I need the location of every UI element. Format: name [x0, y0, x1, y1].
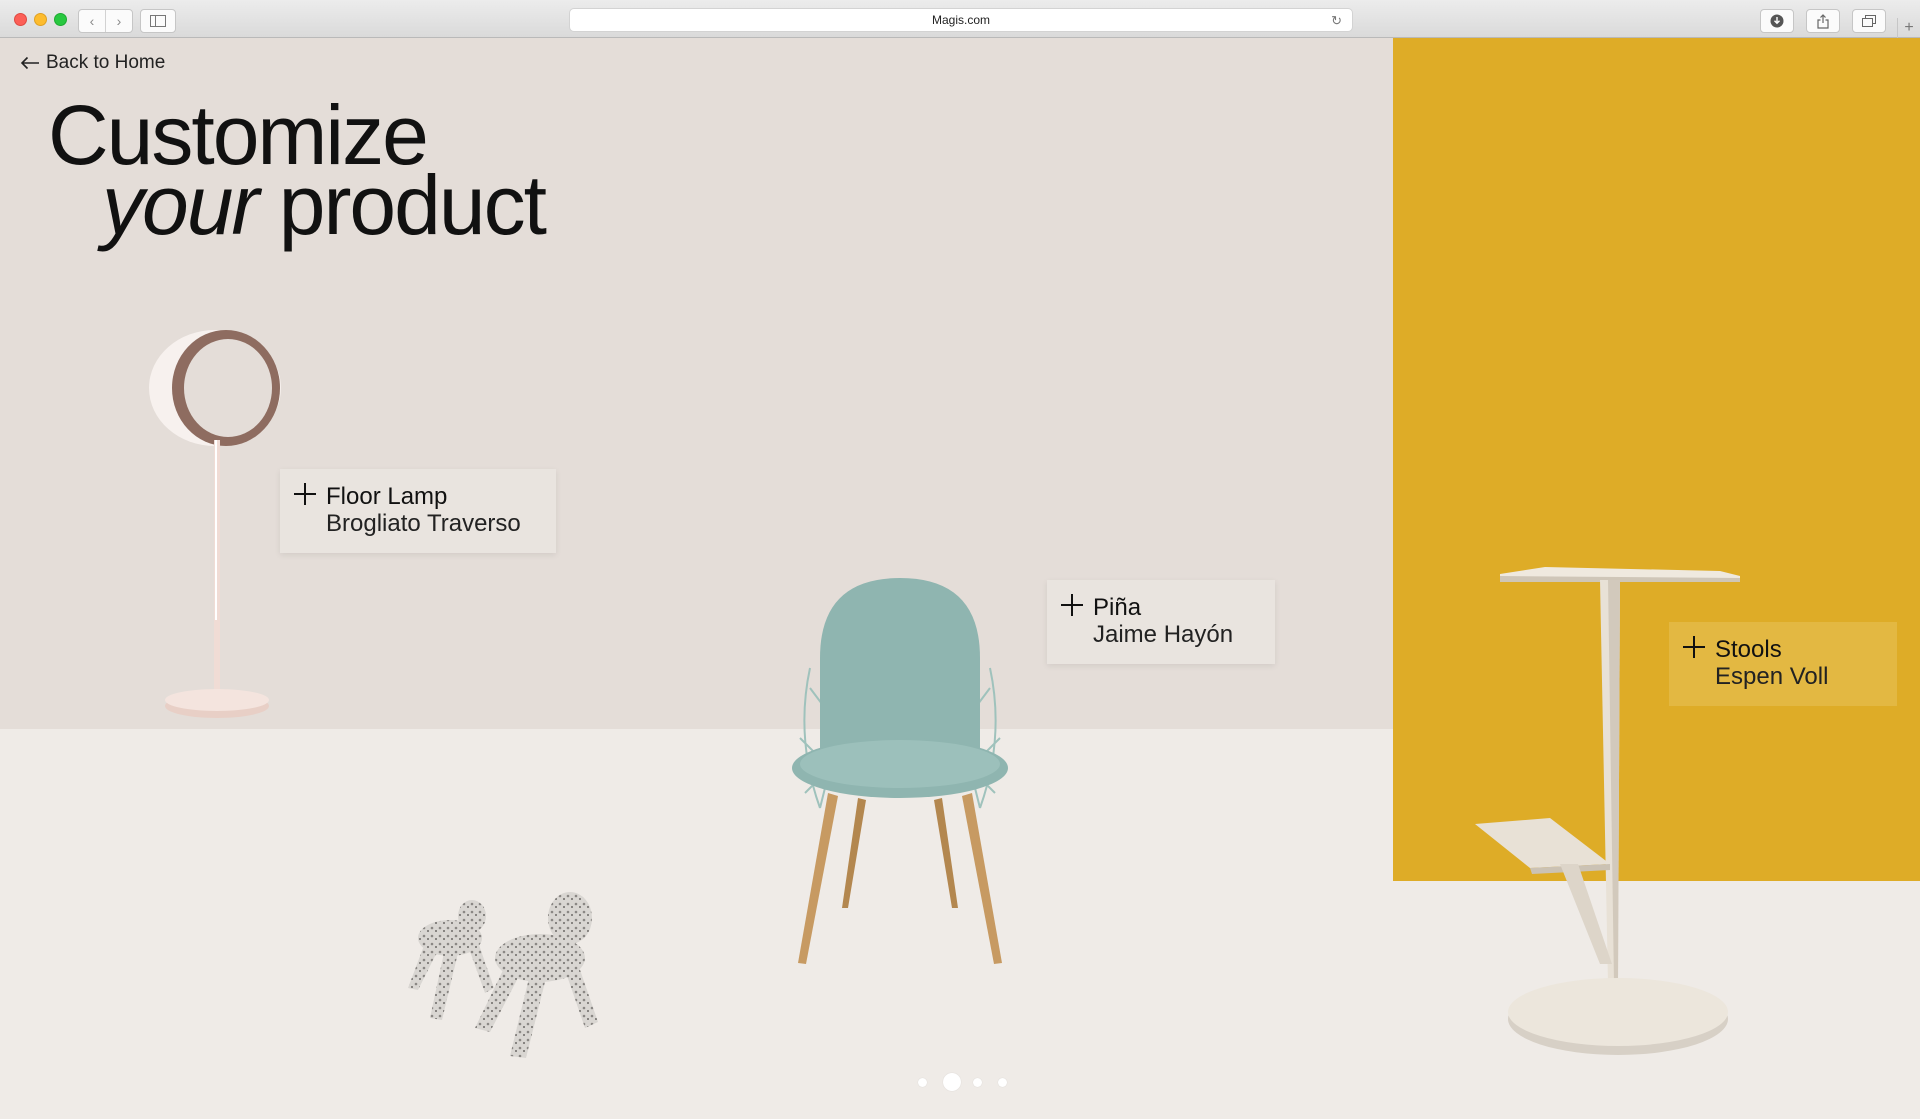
reload-icon[interactable]: ↻: [1331, 13, 1342, 29]
product-designer: Espen Voll: [1715, 663, 1829, 690]
plus-icon: [1683, 636, 1705, 658]
product-card-stools[interactable]: Stools Espen Voll: [1669, 622, 1897, 706]
plus-icon: [294, 483, 316, 505]
browser-toolbar: ‹ › Magis.com ↻ +: [0, 0, 1920, 38]
page-title-italic: your: [102, 158, 259, 252]
maximize-window-button[interactable]: [54, 13, 67, 26]
back-to-home-label: Back to Home: [46, 52, 166, 73]
page-title: Customize your product: [48, 93, 547, 247]
close-window-button[interactable]: [14, 13, 27, 26]
pina-chair-image[interactable]: [780, 578, 1020, 1018]
plus-icon: [1061, 594, 1083, 616]
carousel-dot-2[interactable]: [943, 1073, 961, 1091]
product-designer: Jaime Hayón: [1093, 621, 1234, 648]
product-card-floor-lamp[interactable]: Floor Lamp Brogliato Traverso: [280, 469, 556, 553]
url-text: Magis.com: [931, 13, 990, 27]
arrow-left-icon: [20, 56, 39, 70]
forward-arrow-icon[interactable]: ›: [105, 10, 132, 32]
carousel-dot-4[interactable]: [998, 1077, 1007, 1087]
floor-lamp-image[interactable]: [140, 328, 300, 768]
carousel-dot-1[interactable]: [918, 1077, 927, 1087]
puppy-toys-image[interactable]: [390, 878, 605, 1063]
product-name: Stools: [1715, 636, 1782, 663]
product-card-pina[interactable]: Piña Jaime Hayón: [1047, 580, 1275, 664]
page-content: Back to Home Customize your product Floo…: [0, 38, 1920, 1119]
address-bar[interactable]: Magis.com ↻: [569, 8, 1353, 32]
download-icon[interactable]: [1760, 9, 1794, 33]
share-icon[interactable]: [1806, 9, 1840, 33]
carousel-pagination: [918, 1073, 1023, 1091]
minimize-window-button[interactable]: [34, 13, 47, 26]
sidebar-icon[interactable]: [140, 9, 176, 33]
page-title-line2: your product: [102, 163, 547, 247]
back-to-home-link[interactable]: Back to Home: [20, 52, 165, 74]
product-name: Piña: [1093, 594, 1142, 621]
product-designer: Brogliato Traverso: [326, 510, 521, 537]
carousel-dot-3[interactable]: [973, 1077, 982, 1087]
product-name: Floor Lamp: [326, 483, 448, 510]
page-title-rest: product: [257, 158, 547, 252]
stool-image[interactable]: [1470, 524, 1750, 1064]
back-arrow-icon[interactable]: ‹: [79, 10, 105, 32]
tabs-icon[interactable]: [1852, 9, 1886, 33]
history-navigation: ‹ ›: [78, 9, 133, 33]
new-tab-icon[interactable]: +: [1897, 18, 1920, 38]
